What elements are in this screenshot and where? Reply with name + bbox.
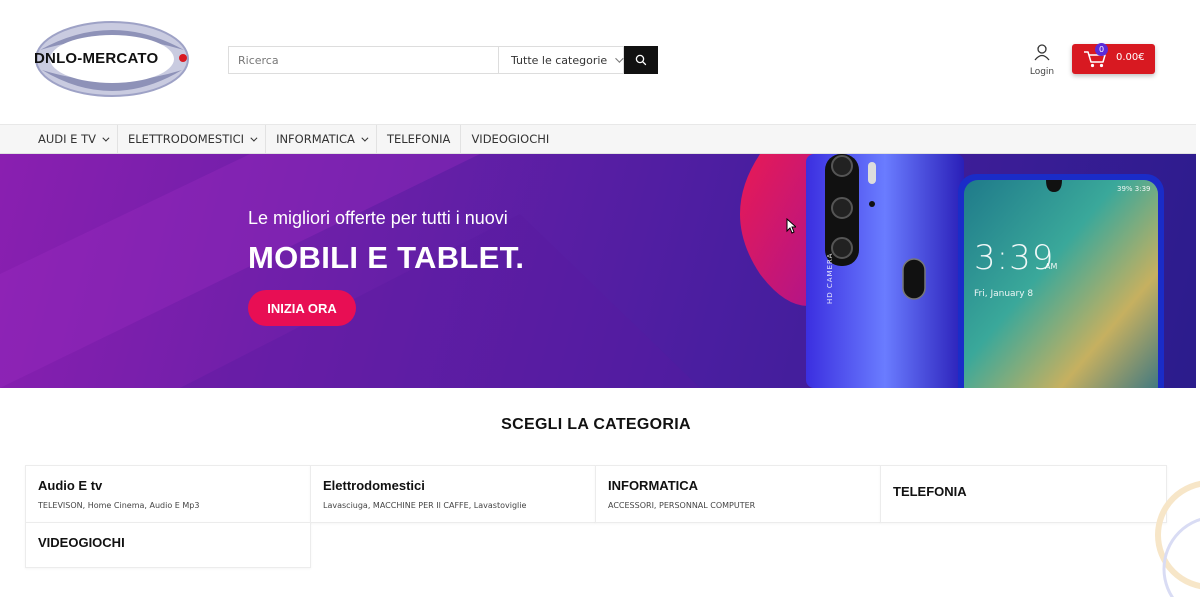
login-link[interactable]: Login	[1025, 43, 1059, 77]
category-card-audio-tv[interactable]: Audio E tv TELEVISON, Home Cinema, Audio…	[25, 465, 311, 523]
nav-item-label: TELEFONIA	[386, 132, 451, 146]
category-name: VIDEOGIOCHI	[38, 535, 125, 550]
search-bar: Tutte le categorie	[228, 46, 658, 74]
cart-count-badge: 0	[1095, 43, 1108, 56]
camera-label: HD CAMERA	[826, 252, 834, 304]
login-label: Login	[1029, 67, 1055, 77]
banner-title: MOBILI E TABLET.	[248, 240, 525, 275]
category-section-title: SCEGLI LA CATEGORIA	[501, 416, 691, 433]
logo-text: DNLO-MERCATO	[34, 50, 159, 67]
site-logo[interactable]: DNLO-MERCATO	[32, 20, 190, 98]
chevron-down-icon	[250, 134, 258, 142]
phone-ampm: AM	[1045, 262, 1058, 271]
category-name: Elettrodomestici	[323, 478, 425, 493]
decorative-circles	[1155, 480, 1200, 597]
category-desc: TELEVISON, Home Cinema, Audio E Mp3	[38, 501, 200, 510]
phone-clock: 3:39	[974, 238, 1055, 278]
category-card-elettrodomestici[interactable]: Elettrodomestici Lavasciuga, MACCHINE PE…	[310, 465, 596, 523]
phone-status-bar: 39% 3:39	[1117, 185, 1151, 193]
nav-item-label: VIDEOGIOCHI	[471, 132, 550, 146]
category-name: Audio E tv	[38, 478, 103, 493]
category-card-telefonia[interactable]: TELEFONIA	[880, 465, 1167, 523]
phone-date: Fri, January 8	[974, 289, 1034, 299]
main-nav: AUDI E TV ELETTRODOMESTICI INFORMATICA T…	[0, 124, 1196, 154]
category-name: INFORMATICA	[608, 478, 699, 493]
chevron-down-icon	[102, 134, 110, 142]
search-input[interactable]	[228, 46, 498, 74]
hero-banner: Le migliori offerte per tutti i nuovi MO…	[0, 154, 1196, 388]
category-card-videogiochi[interactable]: VIDEOGIOCHI	[25, 522, 311, 568]
chevron-down-icon	[361, 134, 369, 142]
nav-item-informatica[interactable]: INFORMATICA	[266, 125, 377, 153]
search-button[interactable]	[624, 46, 658, 74]
category-select-value: Tutte le categorie	[511, 53, 608, 67]
chevron-down-icon	[615, 54, 624, 63]
category-desc: Lavasciuga, MACCHINE PER Il CAFFE, Lavas…	[323, 501, 527, 510]
nav-item-telefonia[interactable]: TELEFONIA	[377, 125, 462, 153]
category-name: TELEFONIA	[893, 484, 967, 499]
start-now-button[interactable]: INIZIA ORA	[248, 290, 356, 326]
nav-item-label: INFORMATICA	[276, 132, 355, 146]
search-icon	[635, 54, 647, 66]
category-select[interactable]: Tutte le categorie	[498, 46, 624, 74]
cart-button[interactable]: 0 0.00€	[1072, 43, 1155, 74]
category-desc: ACCESSORI, PERSONNAL COMPUTER	[608, 501, 756, 510]
user-icon	[1034, 44, 1050, 61]
cart-total: 0.00€	[1116, 52, 1145, 63]
nav-item-elettrodomestici[interactable]: ELETTRODOMESTICI	[118, 125, 267, 153]
nav-item-label: AUDI E TV	[38, 132, 96, 146]
site-header: DNLO-MERCATO Tutte le categorie Login 0 …	[0, 0, 1200, 124]
nav-item-label: ELETTRODOMESTICI	[128, 132, 245, 146]
nav-item-audio-tv[interactable]: AUDI E TV	[28, 125, 118, 153]
category-card-informatica[interactable]: INFORMATICA ACCESSORI, PERSONNAL COMPUTE…	[595, 465, 881, 523]
banner-subtitle: Le migliori offerte per tutti i nuovi	[248, 208, 508, 228]
mouse-cursor-icon	[786, 218, 796, 234]
nav-item-videogiochi[interactable]: VIDEOGIOCHI	[461, 125, 559, 153]
